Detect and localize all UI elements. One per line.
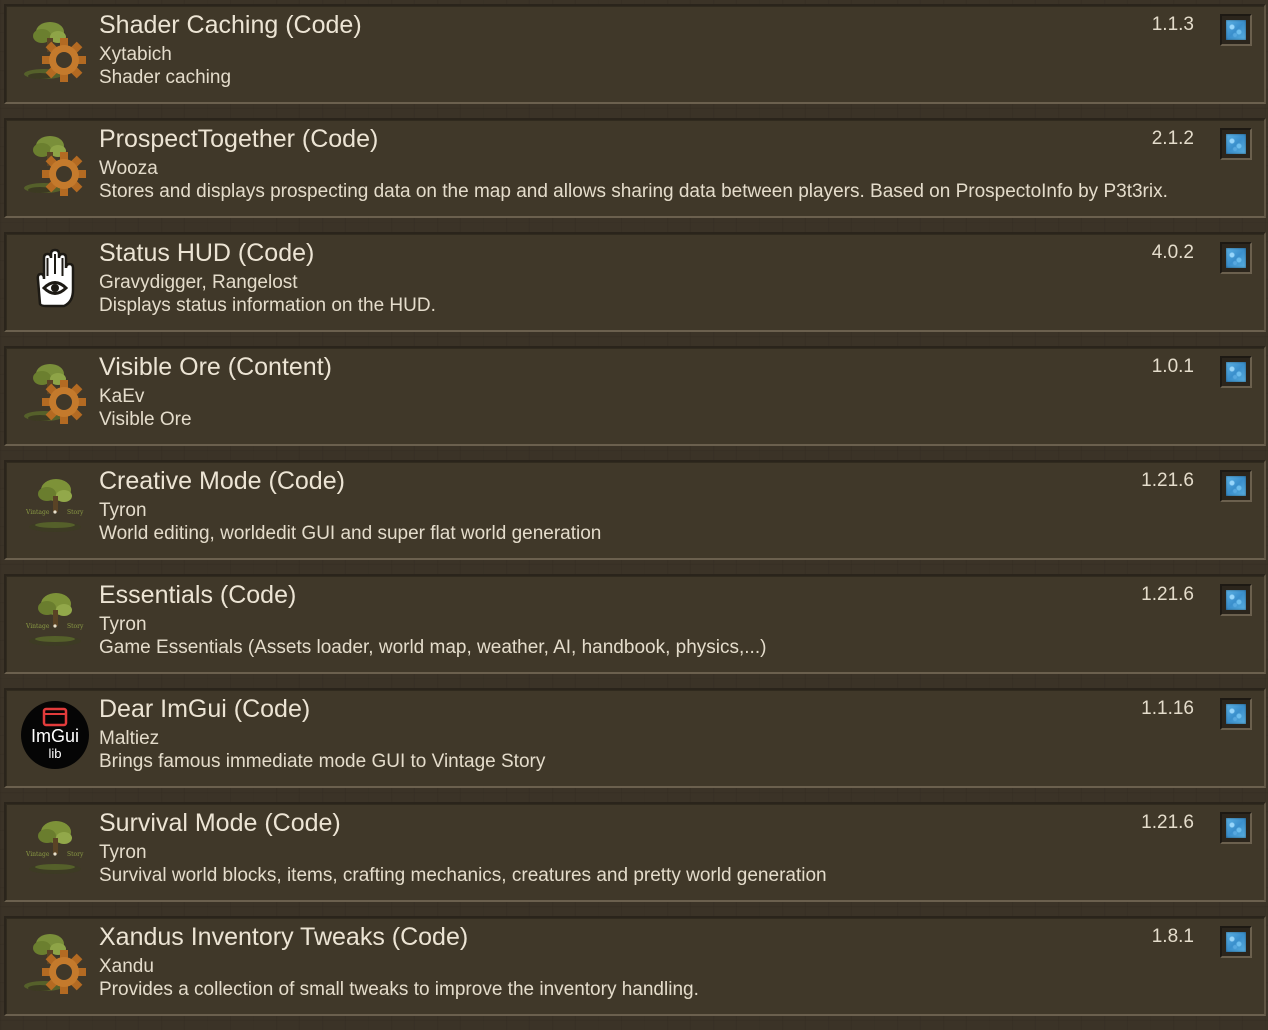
mod-author: Wooza — [99, 158, 158, 179]
imgui-logo-text: ImGui — [31, 726, 79, 746]
mod-title: Status HUD (Code) — [99, 239, 315, 267]
checkmark-icon — [1226, 704, 1246, 724]
mod-description: World editing, worldedit GUI and super f… — [99, 523, 602, 544]
mod-title: Essentials (Code) — [99, 581, 297, 609]
vintage-story-tree-icon: Vintage Story — [20, 586, 90, 656]
mod-title: Creative Mode (Code) — [99, 467, 345, 495]
mod-description: Shader caching — [99, 67, 232, 88]
mod-enable-toggle[interactable] — [1220, 584, 1252, 616]
mod-entry-5[interactable]: Vintage Story Essentials (Code) Tyron Ga… — [4, 574, 1266, 674]
mod-title: Dear ImGui (Code) — [99, 695, 311, 723]
logo-text-left: Vintage — [25, 851, 50, 858]
mod-author: Tyron — [99, 500, 147, 521]
mod-title: ProspectTogether (Code) — [99, 125, 379, 153]
checkmark-icon — [1226, 590, 1246, 610]
imgui-lib-icon: ImGui lib — [20, 700, 90, 770]
mod-entry-3[interactable]: Visible Ore (Content) KaEv Visible Ore 1… — [4, 346, 1266, 446]
mod-version: 1.21.6 — [1141, 812, 1194, 833]
logo-text-left: Vintage — [25, 509, 50, 516]
mod-enable-toggle[interactable] — [1220, 470, 1252, 502]
mod-entry-1[interactable]: ProspectTogether (Code) Wooza Stores and… — [4, 118, 1266, 218]
mod-enable-toggle[interactable] — [1220, 812, 1252, 844]
mod-version: 1.0.1 — [1151, 356, 1194, 377]
checkmark-icon — [1226, 932, 1246, 952]
mod-description: Game Essentials (Assets loader, world ma… — [99, 637, 767, 658]
mod-version: 1.21.6 — [1141, 470, 1194, 491]
mod-entry-4[interactable]: Vintage Story Creative Mode (Code) Tyron… — [4, 460, 1266, 560]
imgui-logo-subtext: lib — [48, 746, 61, 761]
checkmark-icon — [1226, 818, 1246, 838]
checkmark-icon — [1226, 20, 1246, 40]
mod-description: Provides a collection of small tweaks to… — [99, 979, 699, 1000]
mod-version: 1.1.3 — [1151, 14, 1194, 35]
mod-description: Stores and displays prospecting data on … — [99, 181, 1168, 202]
mod-version: 1.8.1 — [1151, 926, 1194, 947]
mod-author: Maltiez — [99, 728, 160, 749]
logo-text-right: Story — [67, 851, 84, 858]
vintage-story-tree-icon: Vintage Story — [20, 814, 90, 884]
checkmark-icon — [1226, 476, 1246, 496]
gear-tree-icon — [20, 130, 90, 200]
checkmark-icon — [1226, 362, 1246, 382]
mod-entry-6[interactable]: ImGui lib Dear ImGui (Code) Maltiez Brin… — [4, 688, 1266, 788]
gear-tree-icon — [20, 16, 90, 86]
checkmark-icon — [1226, 248, 1246, 268]
mod-author: Xytabich — [99, 44, 172, 65]
mod-entry-0[interactable]: Shader Caching (Code) Xytabich Shader ca… — [4, 4, 1266, 104]
mod-enable-toggle[interactable] — [1220, 698, 1252, 730]
mod-description: Visible Ore — [99, 409, 192, 430]
mod-author: KaEv — [99, 386, 145, 407]
mod-author: Tyron — [99, 614, 147, 635]
mod-enable-toggle[interactable] — [1220, 242, 1252, 274]
mod-enable-toggle[interactable] — [1220, 356, 1252, 388]
mod-enable-toggle[interactable] — [1220, 926, 1252, 958]
mod-description: Displays status information on the HUD. — [99, 295, 436, 316]
mod-entry-7[interactable]: Vintage Story Survival Mode (Code) Tyron… — [4, 802, 1266, 902]
mod-title: Survival Mode (Code) — [99, 809, 341, 837]
gear-tree-icon — [20, 928, 90, 998]
mod-title: Visible Ore (Content) — [99, 353, 332, 381]
logo-text-left: Vintage — [25, 623, 50, 630]
mod-enable-toggle[interactable] — [1220, 14, 1252, 46]
mod-list: Shader Caching (Code) Xytabich Shader ca… — [4, 4, 1266, 1030]
mod-title: Xandus Inventory Tweaks (Code) — [99, 923, 469, 951]
hand-eye-icon — [20, 244, 90, 314]
mod-author: Tyron — [99, 842, 147, 863]
mod-author: Xandu — [99, 956, 154, 977]
mod-entry-2[interactable]: Status HUD (Code) Gravydigger, Rangelost… — [4, 232, 1266, 332]
mod-version: 1.1.16 — [1141, 698, 1194, 719]
logo-text-right: Story — [67, 623, 84, 630]
mod-description: Brings famous immediate mode GUI to Vint… — [99, 751, 546, 772]
mod-entry-8[interactable]: Xandus Inventory Tweaks (Code) Xandu Pro… — [4, 916, 1266, 1016]
mod-version: 1.21.6 — [1141, 584, 1194, 605]
vintage-story-tree-icon: Vintage Story — [20, 472, 90, 542]
mod-title: Shader Caching (Code) — [99, 11, 362, 39]
logo-text-right: Story — [67, 509, 84, 516]
mod-enable-toggle[interactable] — [1220, 128, 1252, 160]
mod-author: Gravydigger, Rangelost — [99, 272, 298, 293]
mod-version: 2.1.2 — [1151, 128, 1194, 149]
mod-description: Survival world blocks, items, crafting m… — [99, 865, 827, 886]
gear-tree-icon — [20, 358, 90, 428]
mod-version: 4.0.2 — [1151, 242, 1194, 263]
checkmark-icon — [1226, 134, 1246, 154]
